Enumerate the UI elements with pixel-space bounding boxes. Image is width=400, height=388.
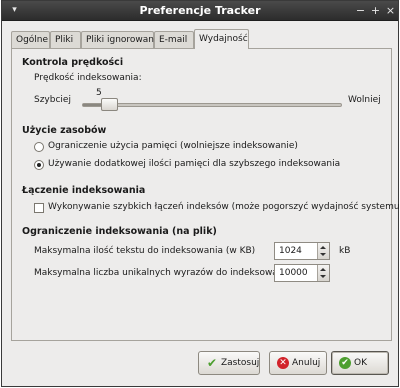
tab-files[interactable]: Pliki — [50, 31, 81, 48]
max-words-spin-arrows[interactable] — [317, 265, 329, 281]
max-words-spinbutton[interactable]: 10000 — [274, 264, 330, 282]
title-bar[interactable]: ▾ Preferencje Tracker − + × — [2, 1, 398, 21]
max-text-spinbutton[interactable]: 1024 — [274, 242, 330, 260]
close-icon[interactable]: × — [384, 4, 397, 17]
extra-memory-radio[interactable] — [34, 160, 44, 170]
cancel-icon: ✕ — [277, 357, 289, 369]
window-title: Preferencje Tracker — [139, 4, 261, 17]
ok-checkmark-icon: ✔ — [339, 357, 351, 369]
fast-merge-label[interactable]: Wykonywanie szybkich łączeń indeksów (mo… — [48, 202, 400, 212]
max-words-value[interactable]: 10000 — [279, 268, 308, 278]
slider-min-label: Szybciej — [34, 95, 71, 105]
apply-button-label: Zastosuj — [221, 358, 260, 368]
limit-memory-label[interactable]: Ograniczenie użycia pamięci (wolniejsze … — [48, 141, 298, 151]
max-text-value[interactable]: 1024 — [279, 246, 302, 256]
spin-down-icon[interactable] — [320, 275, 326, 278]
limits-section-title: Ograniczenie indeksowania (na plik) — [22, 226, 217, 237]
preferences-window: ▾ Preferencje Tracker − + × Ogólne Pliki… — [1, 0, 400, 387]
maximize-icon[interactable]: + — [369, 4, 382, 17]
cancel-button-label: Anuluj — [292, 358, 321, 368]
indexing-speed-label: Prędkość indeksowania: — [34, 73, 142, 83]
tab-email[interactable]: E-mail — [154, 31, 194, 48]
spin-up-icon[interactable] — [320, 268, 326, 271]
tab-ignored-files[interactable]: Pliki ignorowane — [81, 31, 160, 48]
apply-button[interactable]: ✔ Zastosuj — [198, 351, 260, 375]
slider-thumb[interactable] — [101, 98, 119, 111]
max-text-unit: kB — [339, 246, 351, 256]
speed-section-title: Kontrola prędkości — [22, 57, 124, 68]
fast-merge-checkbox[interactable] — [34, 203, 44, 213]
minimize-icon[interactable]: − — [354, 4, 367, 17]
checkmark-icon: ✔ — [206, 356, 218, 370]
ok-button-label: OK — [354, 358, 367, 368]
max-words-label: Maksymalna liczba unikalnych wyrazów do … — [34, 268, 292, 278]
slider-max-label: Wolniej — [348, 95, 381, 105]
spin-down-icon[interactable] — [320, 253, 326, 256]
tab-general[interactable]: Ogólne — [11, 31, 50, 48]
spin-up-icon[interactable] — [320, 246, 326, 249]
ok-button[interactable]: ✔ OK — [331, 351, 389, 375]
slider-value-label: 5 — [96, 88, 102, 98]
merge-section-title: Łączenie indeksowania — [22, 185, 146, 196]
resources-section-title: Użycie zasobów — [22, 125, 107, 136]
extra-memory-label[interactable]: Używanie dodatkowej ilości pamięci dla s… — [48, 159, 340, 169]
cancel-button[interactable]: ✕ Anuluj — [269, 351, 327, 375]
indexing-speed-slider[interactable] — [82, 103, 342, 107]
max-text-label: Maksymalna ilość tekstu do indeksowania … — [34, 246, 256, 256]
performance-panel: Kontrola prędkości Prędkość indeksowania… — [11, 48, 400, 341]
limit-memory-radio[interactable] — [34, 142, 44, 152]
max-text-spin-arrows[interactable] — [317, 243, 329, 259]
tab-performance[interactable]: Wydajność — [194, 29, 249, 49]
